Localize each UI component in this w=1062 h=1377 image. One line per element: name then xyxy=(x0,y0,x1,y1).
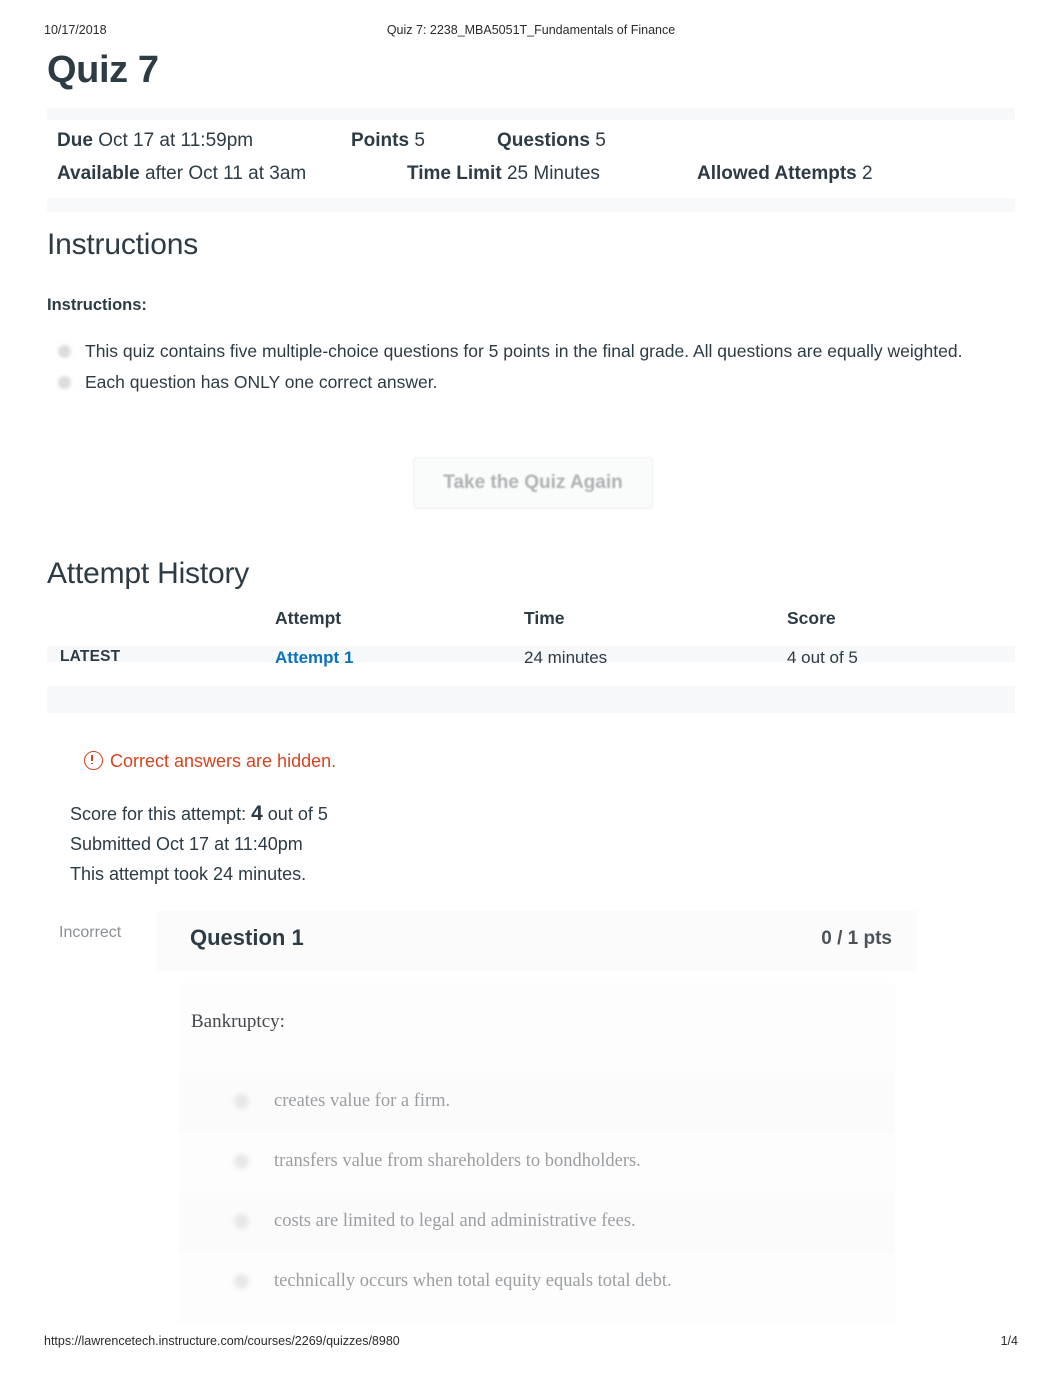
answer-text: creates value for a firm. xyxy=(274,1091,451,1111)
column-header-score: Score xyxy=(787,608,836,628)
attempt-score-prefix: Score for this attempt: xyxy=(70,804,247,824)
answer-options: creates value for a firm. transfers valu… xyxy=(179,1073,895,1313)
print-page-number: 1/4 xyxy=(1000,1334,1018,1348)
quiz-results-page: 10/17/2018 Quiz 7: 2238_MBA5051T_Fundame… xyxy=(0,0,1062,1377)
answer-option[interactable]: creates value for a firm. xyxy=(179,1073,895,1133)
attempt-1-link[interactable]: Attempt 1 xyxy=(275,648,353,667)
attempt-score-suffix: out of 5 xyxy=(267,804,328,824)
instruction-text: This quiz contains five multiple-choice … xyxy=(85,341,963,361)
attempt-summary: Score for this attempt: 4 out of 5 Submi… xyxy=(70,799,328,889)
quiz-meta: Due Oct 17 at 11:59pm Points 5 Questions… xyxy=(57,124,1017,190)
answers-hidden-text: Correct answers are hidden. xyxy=(110,751,337,771)
quiz-points: Points 5 xyxy=(351,124,425,157)
quiz-available-value: after Oct 11 at 3am xyxy=(145,163,307,184)
quiz-questions: Questions 5 xyxy=(497,124,606,157)
quiz-time-limit-value: 25 Minutes xyxy=(506,163,600,184)
answer-option[interactable]: transfers value from shareholders to bon… xyxy=(179,1133,895,1193)
bullet-icon xyxy=(58,376,71,389)
radio-button-icon[interactable] xyxy=(234,1154,249,1169)
instructions-heading: Instructions xyxy=(47,228,198,261)
quiz-allowed-attempts: Allowed Attempts 2 xyxy=(697,157,873,190)
radio-button-icon[interactable] xyxy=(234,1214,249,1229)
bullet-icon xyxy=(58,345,71,358)
attempt-history-table: Attempt Time Score LATEST Attempt 1 24 m… xyxy=(47,608,1015,713)
answer-option[interactable]: technically occurs when total equity equ… xyxy=(179,1253,895,1313)
attempt-duration: This attempt took 24 minutes. xyxy=(70,864,307,884)
radio-button-icon[interactable] xyxy=(234,1274,249,1289)
column-header-time: Time xyxy=(524,608,565,628)
instructions-list: This quiz contains five multiple-choice … xyxy=(47,336,1007,398)
attempt-latest-badge: LATEST xyxy=(60,648,121,665)
print-title: Quiz 7: 2238_MBA5051T_Fundamentals of Fi… xyxy=(386,23,676,37)
instructions-label: Instructions: xyxy=(47,296,147,314)
answer-text: costs are limited to legal and administr… xyxy=(274,1211,636,1231)
attempt-score: 4 out of 5 xyxy=(787,648,858,667)
page-title: Quiz 7 xyxy=(47,49,159,91)
quiz-due-value: Oct 17 at 11:59pm xyxy=(98,130,254,151)
quiz-allowed-attempts-label: Allowed Attempts xyxy=(697,163,857,184)
instruction-text: Each question has ONLY one correct answe… xyxy=(85,372,438,392)
radio-button-icon[interactable] xyxy=(234,1094,249,1109)
quiz-available: Available after Oct 11 at 3am xyxy=(57,157,306,190)
print-url: https://lawrencetech.instructure.com/cou… xyxy=(44,1334,400,1348)
question-prompt: Bankruptcy: xyxy=(191,1011,285,1032)
quiz-points-label: Points xyxy=(351,130,410,151)
quiz-meta-row-1: Due Oct 17 at 11:59pm Points 5 Questions… xyxy=(57,124,1017,157)
table-header-row: Attempt Time Score xyxy=(47,608,1015,646)
exclamation-circle-icon xyxy=(84,751,103,770)
quiz-time-limit-label: Time Limit xyxy=(407,163,502,184)
table-row: LATEST Attempt 1 24 minutes 4 out of 5 xyxy=(47,648,1015,686)
list-item: Each question has ONLY one correct answe… xyxy=(47,367,1007,398)
quiz-allowed-attempts-value: 2 xyxy=(862,163,873,184)
list-item: This quiz contains five multiple-choice … xyxy=(47,336,1007,367)
attempt-submitted: Submitted Oct 17 at 11:40pm xyxy=(70,834,303,854)
quiz-time-limit: Time Limit 25 Minutes xyxy=(407,157,600,190)
take-quiz-again-button[interactable]: Take the Quiz Again xyxy=(413,457,653,509)
answer-option[interactable]: costs are limited to legal and administr… xyxy=(179,1193,895,1253)
attempt-score-line: Score for this attempt: 4 out of 5 xyxy=(70,799,328,829)
quiz-questions-value: 5 xyxy=(595,130,606,151)
attempt-time: 24 minutes xyxy=(524,648,608,667)
question-status-badge: Incorrect xyxy=(59,924,122,941)
quiz-due: Due Oct 17 at 11:59pm xyxy=(57,124,253,157)
table-stripe xyxy=(47,686,1015,713)
attempt-history-heading: Attempt History xyxy=(47,557,250,590)
print-footer: https://lawrencetech.instructure.com/cou… xyxy=(0,1334,1062,1350)
attempt-link-cell: Attempt 1 xyxy=(275,648,353,668)
answer-text: transfers value from shareholders to bon… xyxy=(274,1151,641,1171)
print-header: 10/17/2018 Quiz 7: 2238_MBA5051T_Fundame… xyxy=(0,23,1062,39)
quiz-meta-row-2: Available after Oct 11 at 3am Time Limit… xyxy=(57,157,1017,190)
question-title: Question 1 xyxy=(190,925,304,950)
column-header-attempt: Attempt xyxy=(275,608,342,628)
quiz-available-label: Available xyxy=(57,163,140,184)
answer-text: technically occurs when total equity equ… xyxy=(274,1271,672,1291)
question-body: Bankruptcy: creates value for a firm. tr… xyxy=(179,983,895,1323)
question-container: Question 1 0 / 1 pts Bankruptcy: creates… xyxy=(157,911,917,1331)
question-points: 0 / 1 pts xyxy=(821,928,892,949)
quiz-questions-label: Questions xyxy=(497,130,590,151)
attempt-score-value: 4 xyxy=(251,802,263,825)
question-header: Question 1 0 / 1 pts xyxy=(157,911,917,971)
answers-hidden-notice: Correct answers are hidden. xyxy=(84,751,336,772)
quiz-points-value: 5 xyxy=(414,130,425,151)
quiz-due-label: Due xyxy=(57,130,93,151)
take-quiz-again-wrapper: Take the Quiz Again xyxy=(413,457,653,509)
